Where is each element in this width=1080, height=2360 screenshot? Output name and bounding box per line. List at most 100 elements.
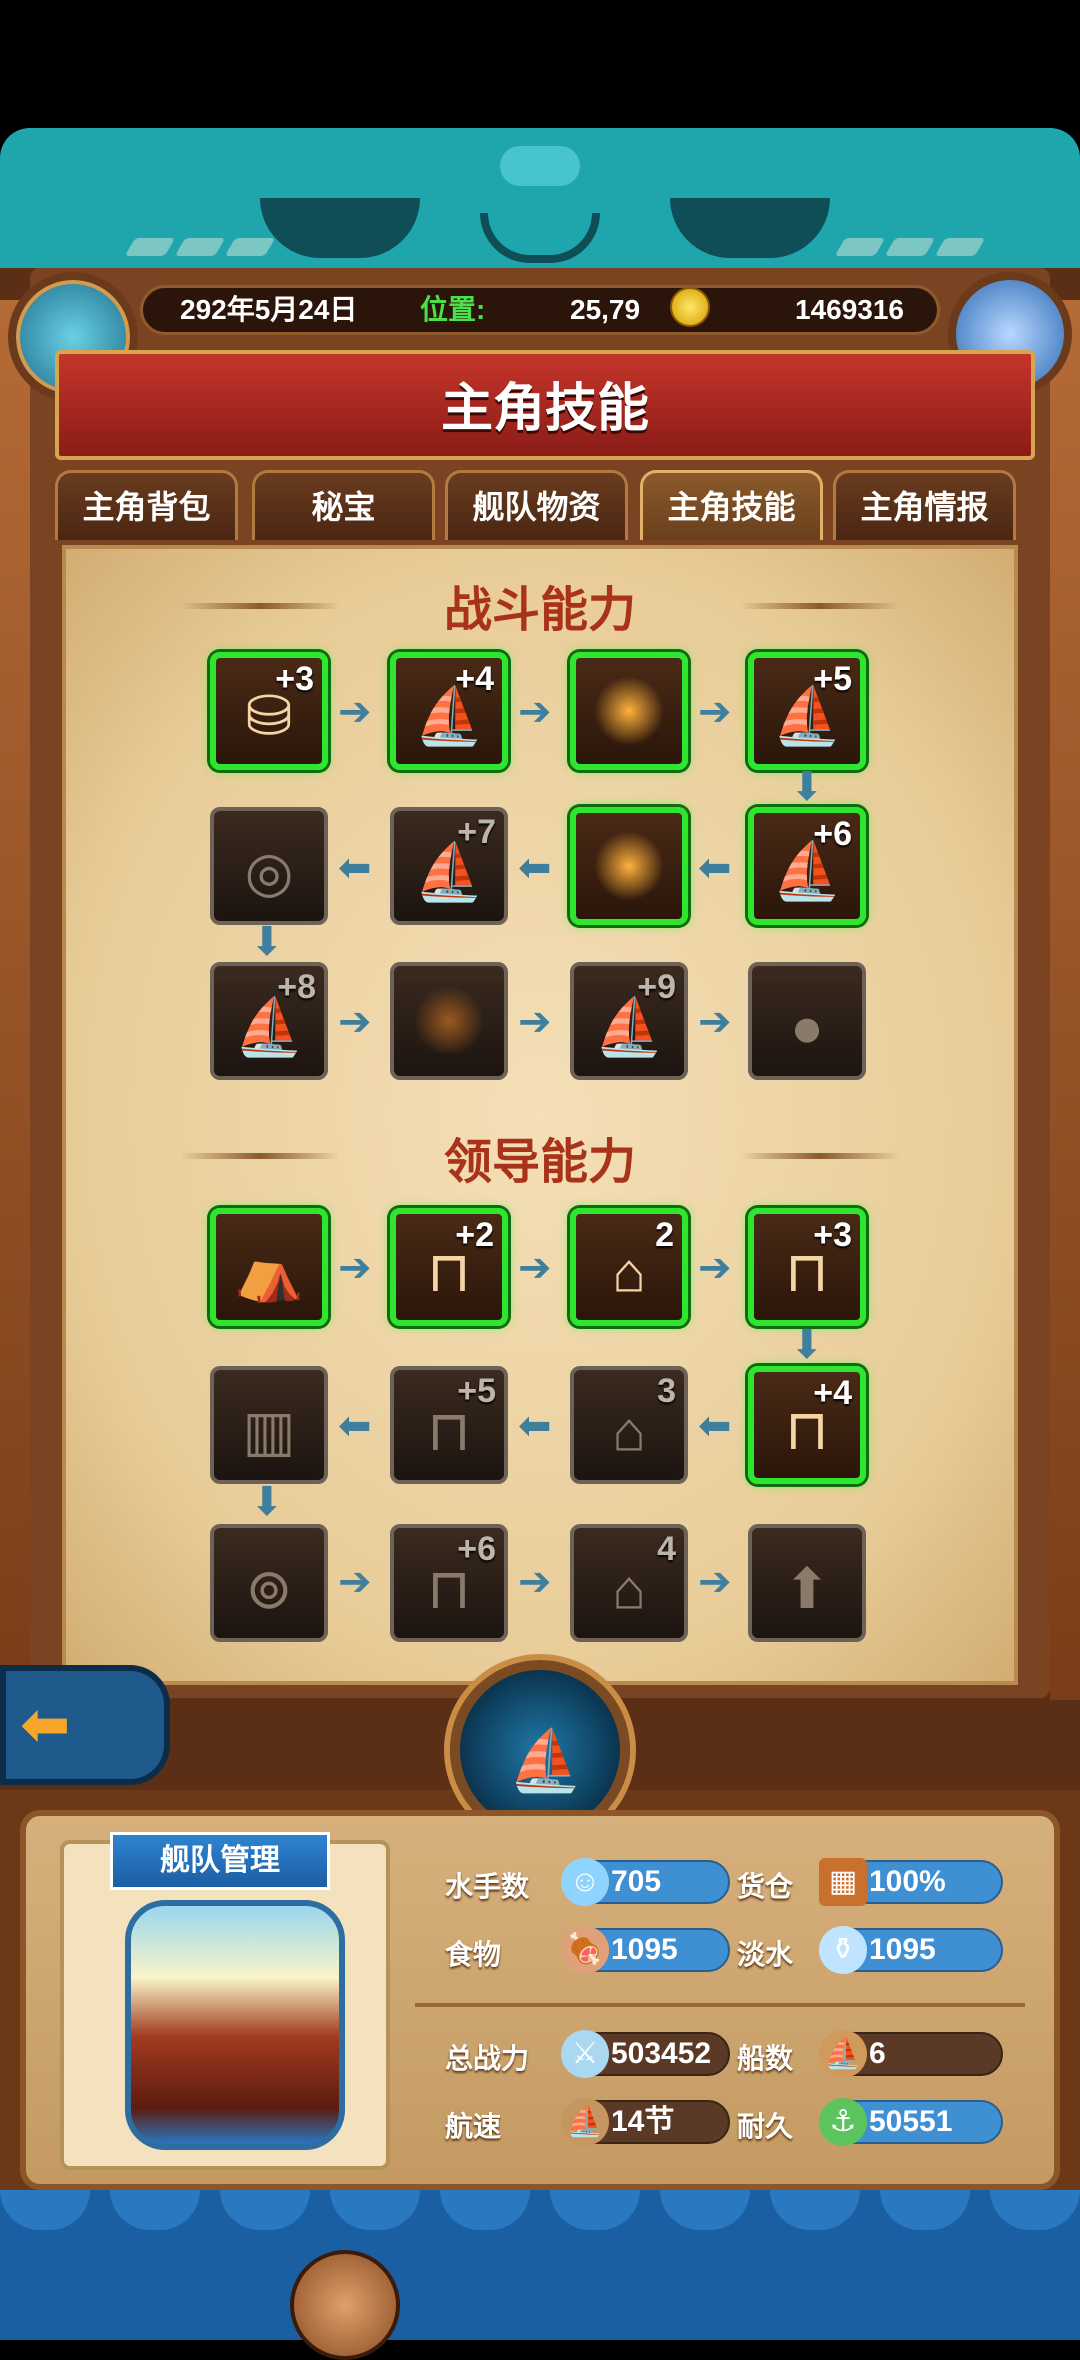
water-value: 1095 bbox=[869, 1933, 936, 1966]
leadership-skill-3-3[interactable]: ⌂ 4 bbox=[570, 1524, 688, 1642]
power-label: 总战力 bbox=[445, 2043, 530, 2074]
tab-2[interactable]: 秘宝 bbox=[252, 470, 435, 540]
crossed-swords-icon: ⚔ bbox=[561, 2030, 609, 2078]
flow-arrow-icon: ⬇ bbox=[250, 920, 284, 964]
title-banner: 主角技能 bbox=[55, 350, 1035, 460]
building-upgrade-icon: ⌂ bbox=[612, 1240, 646, 1304]
banner-right-eye bbox=[670, 198, 830, 258]
flow-arrow-icon: ➔ bbox=[698, 1000, 732, 1044]
cannon-icon: ◎ bbox=[244, 839, 294, 903]
combat-skill-1-3[interactable] bbox=[570, 652, 688, 770]
leadership-skill-2-3[interactable]: ⌂ 3 bbox=[570, 1366, 688, 1484]
flow-arrow-icon: ➔ bbox=[518, 1000, 552, 1044]
flow-arrow-icon: ⬅ bbox=[518, 1404, 552, 1448]
combat-skill-3-1[interactable]: ⛵ +8 bbox=[210, 962, 328, 1080]
flow-arrow-icon: ⬅ bbox=[518, 846, 552, 890]
building-upgrade-icon: ⌂ bbox=[612, 1399, 646, 1462]
gold-amount: 1469316 bbox=[795, 294, 905, 325]
leadership-skill-2-4[interactable]: ⊓ +4 bbox=[748, 1366, 866, 1484]
skill-level: +4 bbox=[813, 1374, 852, 1412]
cannonball-icon: ● bbox=[790, 995, 824, 1058]
leadership-skill-1-1[interactable]: ⛺ bbox=[210, 1208, 328, 1326]
cargo-pill: ▦ 100% bbox=[819, 1858, 1003, 1906]
combat-skill-1-1[interactable]: ⛁ +3 bbox=[210, 652, 328, 770]
combat-skill-2-4[interactable]: ⛵ +6 bbox=[748, 807, 866, 925]
position-label: 位置: bbox=[420, 294, 486, 325]
flow-arrow-icon: ➔ bbox=[338, 1560, 372, 1604]
power-pill: ⚔ 503452 bbox=[561, 2030, 730, 2078]
combat-skill-1-2[interactable]: ⛵ +4 bbox=[390, 652, 508, 770]
food-label: 食物 bbox=[445, 1939, 502, 1970]
skill-level: +6 bbox=[813, 815, 852, 853]
arrow-left-icon: ⬅ bbox=[20, 1691, 71, 1758]
flow-arrow-icon: ➔ bbox=[518, 690, 552, 734]
tab-5[interactable]: 主角情报 bbox=[833, 470, 1016, 540]
formation-icon bbox=[594, 831, 664, 901]
water-label: 淡水 bbox=[737, 1939, 794, 1970]
ships-pill: ⛵ 6 bbox=[819, 2030, 1003, 2078]
tab-1[interactable]: 主角背包 bbox=[55, 470, 238, 540]
flourish-right bbox=[740, 1153, 900, 1159]
boat-icon: ⛵ bbox=[819, 2030, 867, 2078]
skill-level: +8 bbox=[277, 968, 316, 1006]
gold-coin-icon bbox=[670, 287, 710, 327]
repair-ship-icon: ⚓ bbox=[819, 2098, 867, 2146]
speed-pill: ⛵ 14节 bbox=[561, 2098, 730, 2146]
combat-skill-3-2[interactable] bbox=[390, 962, 508, 1080]
stats-divider bbox=[415, 2003, 1025, 2007]
combat-skill-1-4[interactable]: ⛵ +5 bbox=[748, 652, 866, 770]
combat-skill-2-1[interactable]: ◎ bbox=[210, 807, 328, 925]
fortress-icon: ▥ bbox=[242, 1398, 296, 1462]
leadership-skill-1-4[interactable]: ⊓ +3 bbox=[748, 1208, 866, 1326]
leadership-skill-3-1[interactable]: ⊚ bbox=[210, 1524, 328, 1642]
date-text: 292年5月24日 bbox=[180, 294, 358, 325]
leadership-title: 领导能力 bbox=[443, 1136, 636, 1189]
leadership-skill-3-4[interactable]: ⬆ bbox=[748, 1524, 866, 1642]
fleet-manage-title[interactable]: 舰队管理 bbox=[110, 1832, 330, 1890]
banner-stripe bbox=[934, 238, 986, 256]
food-pill: 🍖 1095 bbox=[561, 1926, 730, 1974]
meat-icon: 🍖 bbox=[561, 1926, 609, 1974]
sailors-value: 705 bbox=[611, 1865, 662, 1898]
sailors-label: 水手数 bbox=[445, 1871, 530, 1902]
skill-level: +6 bbox=[457, 1530, 496, 1568]
leadership-skill-3-2[interactable]: ⊓ +6 bbox=[390, 1524, 508, 1642]
flow-arrow-icon: ➔ bbox=[698, 1246, 732, 1290]
ships-value: 6 bbox=[869, 2037, 886, 2070]
banner-stripe bbox=[834, 238, 886, 256]
sailor-character bbox=[290, 2250, 400, 2360]
flow-arrow-icon: ⬅ bbox=[338, 846, 372, 890]
tab-4[interactable]: 主角技能 bbox=[640, 470, 823, 540]
cargo-value: 100% bbox=[869, 1865, 946, 1898]
banner-stripe bbox=[174, 238, 226, 256]
power-value: 503452 bbox=[611, 2037, 712, 2070]
banner-stripe bbox=[884, 238, 936, 256]
tent-icon: ⛺ bbox=[234, 1240, 304, 1304]
combat-skill-3-3[interactable]: ⛵ +9 bbox=[570, 962, 688, 1080]
skill-level: +4 bbox=[455, 660, 494, 698]
leadership-skill-2-1[interactable]: ▥ bbox=[210, 1366, 328, 1484]
leadership-skill-1-3[interactable]: ⌂ 2 bbox=[570, 1208, 688, 1326]
leadership-skill-2-2[interactable]: ⊓ +5 bbox=[390, 1366, 508, 1484]
speed-label: 航速 bbox=[445, 2111, 502, 2142]
flow-arrow-icon: ⬅ bbox=[698, 1404, 732, 1448]
formation-icon bbox=[594, 676, 664, 746]
combat-skill-2-2[interactable]: ⛵ +7 bbox=[390, 807, 508, 925]
combat-skill-2-3[interactable] bbox=[570, 807, 688, 925]
food-value: 1095 bbox=[611, 1933, 678, 1966]
coin-upgrade-icon: ⬆ bbox=[783, 1556, 831, 1620]
skill-level: +5 bbox=[813, 660, 852, 698]
ship-illustration[interactable] bbox=[125, 1900, 345, 2150]
crate-icon: ▦ bbox=[819, 1858, 867, 1906]
flow-arrow-icon: ➔ bbox=[338, 1246, 372, 1290]
combat-skill-3-4[interactable]: ● bbox=[748, 962, 866, 1080]
skill-level: +3 bbox=[813, 1216, 852, 1254]
leadership-skill-1-2[interactable]: ⊓ +2 bbox=[390, 1208, 508, 1326]
top-banner bbox=[0, 128, 1080, 278]
tab-3[interactable]: 舰队物资 bbox=[445, 470, 628, 540]
left-plank bbox=[0, 300, 30, 1700]
cargo-label: 货仓 bbox=[737, 1871, 794, 1902]
flow-arrow-icon: ➔ bbox=[698, 690, 732, 734]
skill-level: +7 bbox=[457, 813, 496, 851]
flow-arrow-icon: ➔ bbox=[518, 1560, 552, 1604]
